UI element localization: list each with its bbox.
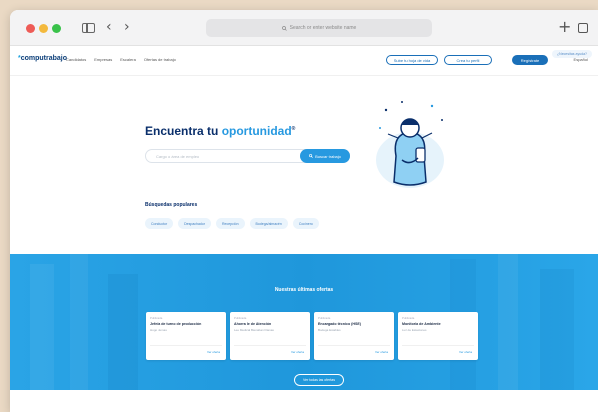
offer-company: Lee Medical Bienaban Dianas	[234, 328, 274, 332]
chip-despachador[interactable]: Despachador	[178, 218, 211, 229]
search-jobs-button[interactable]: Buscar trabajo	[300, 149, 350, 163]
back-arrow-icon[interactable]: ‹	[106, 19, 112, 35]
chip-recepcion[interactable]: Recepción	[215, 218, 245, 229]
latest-offers-section: Nuestras últimas ofertas Publicada Jefe/…	[10, 254, 598, 390]
offer-title: Ahorra le de Atención	[234, 322, 272, 326]
person-phone-illustration	[376, 101, 444, 188]
nav-link-ofertas[interactable]: Ofertas de trabajo	[144, 57, 176, 62]
nav-link-escalera[interactable]: Escalera	[120, 57, 136, 62]
chip-conductor[interactable]: Conductor	[145, 218, 174, 229]
site-logo[interactable]: *computrabajo	[18, 55, 67, 62]
see-all-offers-button[interactable]: Ver todas las ofertas	[294, 374, 344, 386]
search-icon	[309, 154, 313, 158]
see-offer-link[interactable]: Ver oferta	[459, 350, 472, 354]
see-offer-link[interactable]: Ver oferta	[291, 350, 304, 354]
zoom-window-button[interactable]	[52, 24, 61, 33]
offer-card[interactable]: Publicada Jefe/a de turno de producción …	[146, 312, 226, 360]
nav-link-empresas[interactable]: Empresas	[94, 57, 112, 62]
offer-card[interactable]: Publicada Encargado técnico (HSE) Bodega…	[314, 312, 394, 360]
upload-cv-button[interactable]: Sube tu hoja de vida	[386, 55, 438, 65]
close-window-button[interactable]	[26, 24, 35, 33]
job-search-input[interactable]: Cargo o área de empleo	[156, 154, 199, 159]
browser-window: ‹ › Search or enter website name + *comp…	[10, 10, 598, 412]
new-tab-icon[interactable]: +	[558, 17, 571, 36]
register-button[interactable]: Regístrate	[512, 55, 548, 65]
sidebar-toggle-icon[interactable]	[82, 23, 95, 33]
offer-title: Jefe/a de turno de producción	[150, 322, 202, 326]
site-nav: Candidatos Empresas Escalera Ofertas de …	[66, 57, 176, 62]
offer-card[interactable]: Publicada Monitor/a de Ambiente Luz de E…	[398, 312, 478, 360]
chip-bodega[interactable]: Bodega/almacén	[249, 218, 288, 229]
popular-searches: Conductor Despachador Recepción Bodega/a…	[145, 218, 319, 229]
offer-title: Encargado técnico (HSE)	[318, 322, 361, 326]
address-bar[interactable]: Search or enter website name	[206, 19, 432, 37]
offer-company: Luz de Estaciones	[402, 328, 427, 332]
browser-toolbar: ‹ › Search or enter website name +	[10, 10, 598, 46]
offer-company: Bodega Estables	[318, 328, 341, 332]
offer-title: Monitor/a de Ambiente	[402, 322, 441, 326]
chip-cocinero[interactable]: Cocinero	[292, 218, 319, 229]
site-header: *computrabajo Candidatos Empresas Escale…	[10, 46, 598, 76]
offer-card[interactable]: Publicada Ahorra le de Atención Lee Medi…	[230, 312, 310, 360]
offers-title: Nuestras últimas ofertas	[274, 287, 334, 293]
help-chip[interactable]: ¿Necesitas ayuda?	[552, 50, 592, 58]
offer-company: Hugo Jemas	[150, 328, 167, 332]
create-profile-button[interactable]: Crea tu perfil	[444, 55, 492, 65]
popular-searches-title: Búsquedas populares	[145, 202, 198, 208]
see-offer-link[interactable]: Ver oferta	[375, 350, 388, 354]
minimize-window-button[interactable]	[39, 24, 48, 33]
nav-link-candidatos[interactable]: Candidatos	[66, 57, 86, 62]
search-icon	[281, 25, 287, 31]
see-offer-link[interactable]: Ver oferta	[207, 350, 220, 354]
tabs-overview-icon[interactable]	[578, 23, 588, 33]
address-placeholder: Search or enter website name	[289, 25, 357, 31]
job-search-bar: Cargo o área de empleo Buscar trabajo	[145, 149, 350, 163]
forward-arrow-icon[interactable]: ›	[124, 19, 130, 35]
hero-title: Encuentra tu oportunidad®	[145, 124, 296, 138]
